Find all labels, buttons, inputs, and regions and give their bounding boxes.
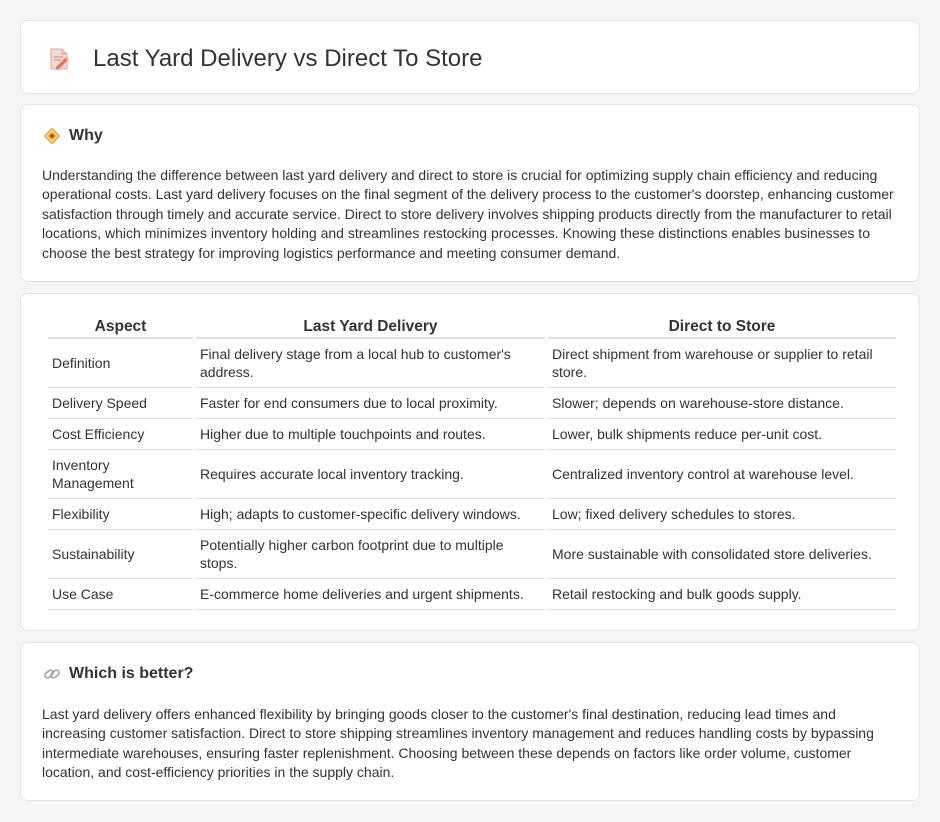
direct-to-store-cell: Lower, bulk shipments reduce per-unit co… (548, 419, 896, 450)
column-header-direct-to-store: Direct to Store (548, 316, 896, 339)
direct-to-store-cell: Retail restocking and bulk goods supply. (548, 579, 896, 610)
last-yard-cell: High; adapts to customer-specific delive… (196, 499, 545, 530)
aspect-cell: Cost Efficiency (48, 419, 193, 450)
table-row: Use Case E-commerce home deliveries and … (48, 579, 896, 610)
table-row: Flexibility High; adapts to customer-spe… (48, 499, 896, 530)
document-pencil-icon (50, 48, 69, 70)
last-yard-cell: Faster for end consumers due to local pr… (196, 388, 545, 419)
direct-to-store-cell: Slower; depends on warehouse-store dista… (548, 388, 896, 419)
direct-to-store-cell: More sustainable with consolidated store… (548, 530, 896, 579)
table-header-row: Aspect Last Yard Delivery Direct to Stor… (48, 316, 896, 339)
better-text: Last yard delivery offers enhanced flexi… (42, 706, 874, 781)
why-heading-text: Why (69, 127, 103, 144)
link-icon (44, 669, 60, 679)
why-heading: Why (43, 127, 103, 145)
direct-to-store-cell: Low; fixed delivery schedules to stores. (548, 499, 896, 530)
table-row: Inventory Management Requires accurate l… (48, 450, 896, 499)
last-yard-cell: E-commerce home deliveries and urgent sh… (196, 579, 545, 610)
table-row: Cost Efficiency Higher due to multiple t… (48, 419, 896, 450)
header-card: Last Yard Delivery vs Direct To Store (20, 20, 920, 94)
table-row: Sustainability Potentially higher carbon… (48, 530, 896, 579)
last-yard-cell: Potentially higher carbon footprint due … (196, 530, 545, 579)
last-yard-cell: Higher due to multiple touchpoints and r… (196, 419, 545, 450)
aspect-cell: Sustainability (48, 530, 193, 579)
diamond-sign-icon (44, 128, 60, 144)
aspect-cell: Inventory Management (48, 450, 193, 499)
why-text: Understanding the difference between las… (42, 167, 894, 261)
aspect-cell: Use Case (48, 579, 193, 610)
table-row: Delivery Speed Faster for end consumers … (48, 388, 896, 419)
comparison-table: Aspect Last Yard Delivery Direct to Stor… (45, 316, 899, 610)
direct-to-store-cell: Centralized inventory control at warehou… (548, 450, 896, 499)
page-title: Last Yard Delivery vs Direct To Store (93, 45, 483, 72)
column-header-last-yard: Last Yard Delivery (196, 316, 545, 339)
comparison-section: Aspect Last Yard Delivery Direct to Stor… (20, 293, 920, 631)
better-heading-text: Which is better? (69, 665, 194, 682)
why-section: Why Understanding the difference between… (20, 104, 920, 282)
column-header-aspect: Aspect (48, 316, 193, 339)
aspect-cell: Delivery Speed (48, 388, 193, 419)
which-is-better-section: Which is better? Last yard delivery offe… (20, 642, 920, 801)
last-yard-cell: Final delivery stage from a local hub to… (196, 339, 545, 388)
aspect-cell: Definition (48, 339, 193, 388)
better-heading: Which is better? (43, 665, 193, 683)
table-row: Definition Final delivery stage from a l… (48, 339, 896, 388)
aspect-cell: Flexibility (48, 499, 193, 530)
last-yard-cell: Requires accurate local inventory tracki… (196, 450, 545, 499)
direct-to-store-cell: Direct shipment from warehouse or suppli… (548, 339, 896, 388)
